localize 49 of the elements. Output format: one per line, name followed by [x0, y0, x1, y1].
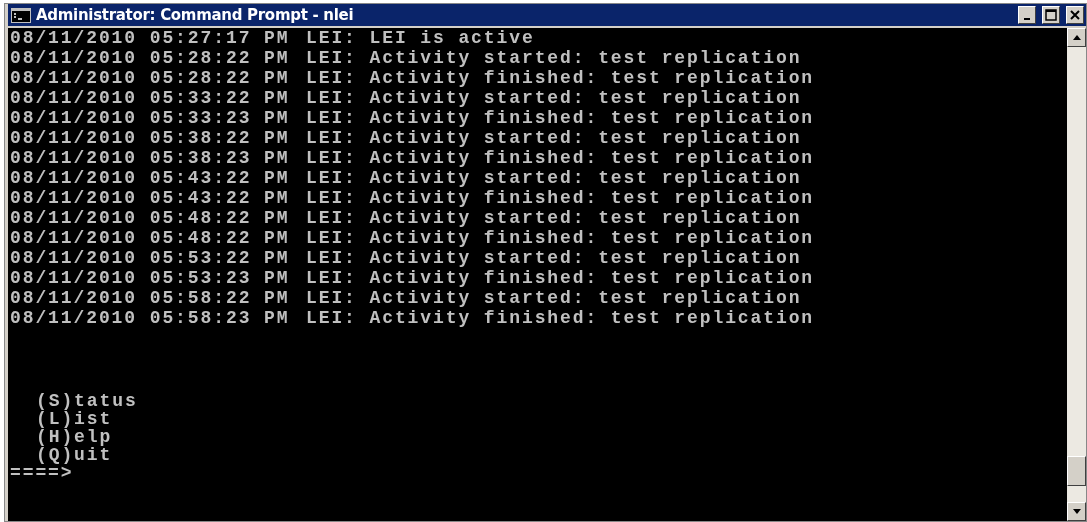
log-message: LEI: Activity finished: test replication [306, 228, 815, 248]
log-message: LEI: Activity finished: test replication [306, 308, 815, 328]
close-button[interactable] [1066, 6, 1084, 24]
menu-option: (L)ist [36, 409, 113, 429]
log-timestamp: 08/11/2010 05:43:22 PM [10, 188, 291, 208]
log-timestamp: 08/11/2010 05:48:22 PM [10, 228, 291, 248]
log-timestamp: 08/11/2010 05:43:22 PM [10, 168, 291, 188]
window-title: Administrator: Command Prompt - nlei [36, 6, 355, 24]
console-icon [11, 7, 31, 23]
log-message: LEI: Activity finished: test replication [306, 68, 815, 88]
log-timestamp: 08/11/2010 05:33:22 PM [10, 88, 291, 108]
log-timestamp: 08/11/2010 05:53:22 PM [10, 248, 291, 268]
close-icon [1069, 9, 1081, 21]
log-timestamp: 08/11/2010 05:53:23 PM [10, 268, 291, 288]
log-message: LEI: Activity started: test replication [306, 248, 802, 268]
log-message: LEI: Activity finished: test replication [306, 108, 815, 128]
scroll-down-button[interactable] [1067, 502, 1086, 521]
log-timestamp: 08/11/2010 05:33:23 PM [10, 108, 291, 128]
scroll-thumb[interactable] [1067, 456, 1086, 486]
minimize-button[interactable] [1018, 6, 1036, 24]
command-prompt: ====> [10, 463, 74, 483]
log-message: LEI: Activity started: test replication [306, 48, 802, 68]
menu-option: (H)elp [36, 427, 113, 447]
minimize-icon [1024, 18, 1030, 20]
log-timestamp: 08/11/2010 05:28:22 PM [10, 68, 291, 88]
log-message: LEI: Activity started: test replication [306, 128, 802, 148]
log-message: LEI: Activity started: test replication [306, 288, 802, 308]
down-arrow-icon [1072, 509, 1081, 514]
log-timestamp: 08/11/2010 05:27:17 PM [10, 28, 291, 48]
menu-option: (S)tatus [36, 391, 138, 411]
log-message: LEI: Activity started: test replication [306, 88, 802, 108]
log-message: LEI: Activity finished: test replication [306, 148, 815, 168]
maximize-icon [1045, 9, 1057, 21]
maximize-button[interactable] [1042, 6, 1060, 24]
log-timestamp: 08/11/2010 05:58:22 PM [10, 288, 291, 308]
log-timestamp: 08/11/2010 05:38:23 PM [10, 148, 291, 168]
log-timestamp: 08/11/2010 05:58:23 PM [10, 308, 291, 328]
log-message: LEI: LEI is active [306, 28, 535, 48]
log-timestamp: 08/11/2010 05:28:22 PM [10, 48, 291, 68]
menu-option: (Q)uit [36, 445, 113, 465]
scroll-up-button[interactable] [1067, 28, 1086, 47]
up-arrow-icon [1072, 35, 1081, 40]
scrollbar[interactable] [1067, 28, 1086, 521]
log-message: LEI: Activity finished: test replication [306, 188, 815, 208]
log-timestamp: 08/11/2010 05:38:22 PM [10, 128, 291, 148]
log-message: LEI: Activity started: test replication [306, 168, 802, 188]
log-message: LEI: Activity finished: test replication [306, 268, 815, 288]
log-timestamp: 08/11/2010 05:48:22 PM [10, 208, 291, 228]
log-message: LEI: Activity started: test replication [306, 208, 802, 228]
